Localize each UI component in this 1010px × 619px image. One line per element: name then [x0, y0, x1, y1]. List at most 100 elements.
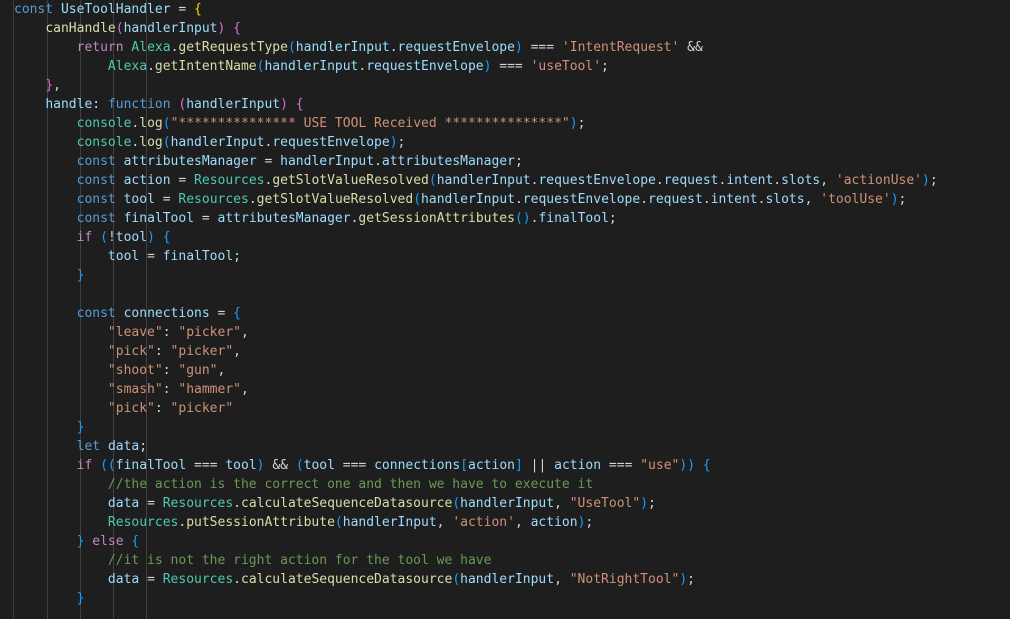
code-token: =	[201, 211, 210, 226]
code-line[interactable]: }	[0, 418, 1010, 437]
code-line[interactable]: }	[0, 589, 1010, 608]
code-token: calculateSequenceDatasource	[241, 496, 453, 511]
code-token: .	[374, 154, 382, 169]
code-line[interactable]: const tool = Resources.getSlotValueResol…	[0, 190, 1010, 209]
code-token: {	[131, 534, 140, 549]
code-token: .	[514, 192, 523, 207]
code-token: (	[162, 116, 171, 131]
code-line[interactable]: const attributesManager = handlerInput.a…	[0, 152, 1010, 171]
code-line[interactable]: "pick": "picker",	[0, 342, 1010, 361]
code-token: =	[147, 496, 155, 511]
code-token: :	[162, 363, 171, 378]
code-line[interactable]: data = Resources.calculateSequenceDataso…	[0, 570, 1010, 589]
code-token: getSlotValueResolved	[272, 173, 429, 188]
code-token: handlerInput	[460, 572, 555, 587]
code-line[interactable]	[0, 285, 1010, 304]
code-token: const	[76, 154, 116, 169]
code-line[interactable]: const connections = {	[0, 304, 1010, 323]
code-token: request	[648, 192, 703, 207]
code-token: ===	[499, 59, 523, 74]
code-line[interactable]: const action = Resources.getSlotValueRes…	[0, 171, 1010, 190]
code-token: attributesManager	[217, 211, 351, 226]
code-token: :	[92, 97, 101, 112]
code-token: )	[569, 116, 578, 131]
code-token: [	[460, 458, 469, 473]
code-line[interactable]: const UseToolHandler = {	[0, 0, 1010, 19]
code-token: slots	[765, 192, 805, 207]
code-token: finalTool	[115, 458, 187, 473]
code-token: "pick"	[107, 401, 155, 416]
code-token: ;	[233, 249, 241, 264]
code-token: handlerInput	[186, 97, 281, 112]
code-token: action	[530, 515, 578, 530]
code-line[interactable]: //the action is the correct one and then…	[0, 475, 1010, 494]
code-line[interactable]: console.log("*************** USE TOOL Re…	[0, 114, 1010, 133]
code-line[interactable]: "leave": "picker",	[0, 323, 1010, 342]
code-token: {	[162, 230, 171, 245]
code-line[interactable]: "smash": "hammer",	[0, 380, 1010, 399]
code-token: console	[76, 116, 132, 131]
code-token: "leave"	[107, 325, 163, 340]
code-line[interactable]: },	[0, 76, 1010, 95]
code-token: 'IntentRequest'	[561, 40, 680, 55]
code-line[interactable]: "pick": "picker"	[0, 399, 1010, 418]
code-token: getIntentName	[154, 59, 257, 74]
code-line[interactable]: handle: function (handlerInput) {	[0, 95, 1010, 114]
code-token: (	[115, 21, 124, 36]
code-token: .	[655, 173, 664, 188]
code-line[interactable]: Resources.putSessionAttribute(handlerInp…	[0, 513, 1010, 532]
code-line[interactable]: if ((finalTool === tool) && (tool === co…	[0, 456, 1010, 475]
code-token: requestEnvelope	[366, 59, 484, 74]
code-line[interactable]: if (!tool) {	[0, 228, 1010, 247]
code-line[interactable]: } else {	[0, 532, 1010, 551]
code-line[interactable]: data = Resources.calculateSequenceDataso…	[0, 494, 1010, 513]
code-token: Resources	[162, 572, 234, 587]
code-token: attributesManager	[123, 154, 257, 169]
code-line[interactable]: let data;	[0, 437, 1010, 456]
code-token: attributesManager	[381, 154, 515, 169]
code-token: connections	[374, 458, 461, 473]
code-token: finalTool	[123, 211, 195, 226]
code-line[interactable]: Alexa.getIntentName(handlerInput.request…	[0, 57, 1010, 76]
code-token: (	[287, 40, 296, 55]
code-token: :	[162, 325, 171, 340]
code-line[interactable]: const finalTool = attributesManager.getS…	[0, 209, 1010, 228]
code-content[interactable]: const UseToolHandler = { canHandle(handl…	[0, 0, 1010, 619]
code-token: action	[123, 173, 171, 188]
code-token: connections	[123, 306, 210, 321]
code-token: finalTool	[162, 249, 234, 264]
code-token: requestEnvelope	[397, 40, 515, 55]
code-editor[interactable]: const UseToolHandler = { canHandle(handl…	[0, 0, 1010, 619]
code-line[interactable]: }	[0, 266, 1010, 285]
code-line[interactable]: tool = finalTool;	[0, 247, 1010, 266]
code-line[interactable]: console.log(handlerInput.requestEnvelope…	[0, 133, 1010, 152]
code-token: :	[162, 382, 171, 397]
code-line[interactable]: "shoot": "gun",	[0, 361, 1010, 380]
code-line[interactable]: //it is not the right action for the too…	[0, 551, 1010, 570]
code-token: ||	[530, 458, 547, 473]
code-token: //the action is the correct one and then…	[107, 477, 594, 492]
code-token: (	[413, 192, 422, 207]
code-line[interactable]: return Alexa. getRequestType(handlerInput…	[0, 38, 1010, 57]
code-token: )	[280, 97, 288, 112]
code-line[interactable]: canHandle(handlerInput) {	[0, 19, 1010, 38]
code-token: Alexa	[107, 59, 148, 74]
code-token: {	[233, 21, 241, 36]
